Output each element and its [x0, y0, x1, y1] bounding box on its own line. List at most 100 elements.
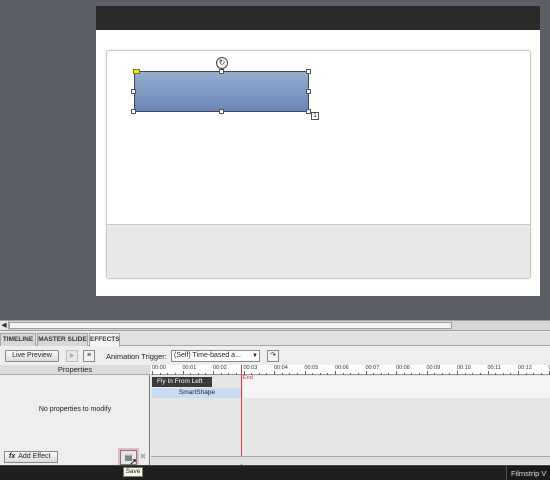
timeline-tick — [403, 373, 405, 375]
timeline-tick — [418, 373, 420, 375]
timeline-tick — [174, 373, 176, 375]
object-tag-icon[interactable]: 1 — [311, 112, 319, 120]
timeline-tick-label: 00:00 — [152, 365, 166, 371]
timeline-tick — [220, 373, 222, 375]
timeline-tick — [342, 373, 344, 375]
timeline-tick — [373, 373, 375, 375]
timeline-tick — [449, 373, 451, 375]
timeline-tick — [510, 373, 512, 375]
animation-trigger-label: Animation Trigger: — [106, 352, 167, 361]
slide-footer-area — [107, 224, 530, 278]
add-effect-label: Add Effect — [18, 453, 51, 460]
timeline-tick — [540, 373, 542, 375]
timeline-tick-label: 00:05 — [304, 365, 319, 371]
timeline-ruler[interactable]: 00:00 00:01 00:02 00:03 00:04 00:05 00:06 00:07… — [151, 365, 550, 375]
timeline-tick — [518, 371, 519, 375]
rotate-handle-icon[interactable]: ↻ — [216, 57, 228, 69]
timeline-tick-label: 00:08 — [396, 365, 410, 371]
timeline-tick-label: 00:12 — [518, 365, 532, 371]
status-bar: Filmstrip V — [0, 465, 550, 480]
stage-horizontal-scrollbar[interactable]: ◀ — [0, 320, 550, 330]
properties-header: Properties — [0, 365, 150, 375]
timeline-tick-label: 00:07 — [365, 365, 380, 371]
effects-list-icon[interactable]: ≡ — [83, 350, 95, 362]
timeline-tick — [388, 373, 390, 375]
timeline-tick — [464, 373, 466, 375]
resize-handle-top-middle[interactable] — [219, 69, 224, 74]
timeline-tick — [548, 371, 550, 375]
timeline-playhead[interactable] — [241, 365, 242, 466]
filmstrip-view-toggle[interactable]: Filmstrip V — [506, 466, 550, 480]
timeline-tick — [190, 373, 192, 375]
timeline-tick — [304, 371, 306, 375]
timeline-tick — [441, 373, 443, 375]
timeline-tick — [327, 373, 329, 375]
timeline-tick-label: 00:03 — [243, 365, 258, 371]
properties-pane: Properties No properties to modify fx Add… — [0, 365, 150, 468]
resize-handle-bottom-middle[interactable] — [219, 109, 224, 114]
timeline-tick — [396, 371, 397, 375]
timeline-end-marker[interactable]: End — [243, 375, 253, 381]
stage-canvas[interactable]: ↻ 1 — [0, 0, 550, 320]
timeline-tick-label: 00:10 — [457, 365, 471, 371]
timeline-tick — [365, 371, 367, 375]
effects-toolbar: Live Preview ▶ ≡ Animation Trigger: (Sel… — [0, 347, 550, 365]
live-preview-button[interactable]: Live Preview — [5, 350, 59, 362]
effect-track-label[interactable]: Fly In From Left — [152, 377, 212, 387]
tab-timeline[interactable]: TIMELINE — [0, 333, 36, 346]
timeline-tick — [296, 373, 298, 375]
timeline-tick — [411, 373, 413, 375]
trigger-edit-icon[interactable]: ↷ — [267, 350, 279, 362]
effects-timeline[interactable]: 00:00 00:01 00:02 00:03 00:04 00:05 00:06 00:07… — [151, 365, 550, 466]
panel-tabs: TIMELINE MASTER SLIDE EFFECTS — [0, 332, 550, 347]
timeline-tick — [472, 373, 474, 375]
resize-handle-middle-left[interactable] — [131, 89, 136, 94]
fx-icon: fx — [9, 453, 16, 460]
timeline-tick — [258, 373, 260, 375]
resize-handle-bottom-left[interactable] — [131, 109, 136, 114]
timeline-tick — [266, 373, 268, 375]
resize-handle-middle-right[interactable] — [306, 89, 311, 94]
properties-empty-text: No properties to modify — [38, 406, 112, 413]
scroll-thumb[interactable] — [9, 322, 452, 329]
timeline-tick — [312, 373, 314, 375]
delete-icon[interactable]: ✖ — [138, 452, 148, 462]
timeline-tick — [274, 371, 275, 375]
chevron-down-icon: ▼ — [252, 353, 258, 359]
slide[interactable] — [96, 6, 540, 296]
resize-handle-top-right[interactable] — [306, 69, 311, 74]
smartshape-rectangle[interactable] — [134, 71, 309, 112]
timeline-tick-label: 00:02 — [213, 365, 227, 371]
timeline-tick — [487, 371, 489, 375]
timeline-tick-label: 00:11 — [487, 365, 501, 371]
timeline-tick — [182, 371, 184, 375]
timeline-tick — [205, 373, 207, 375]
add-effect-button[interactable]: fx Add Effect — [4, 451, 58, 463]
animation-trigger-value: (Self) Time-based a... — [174, 352, 241, 359]
timeline-tick — [350, 373, 352, 375]
timeline-tick — [289, 373, 291, 375]
slide-title-bar — [96, 6, 540, 30]
timeline-tick — [525, 373, 527, 375]
timeline-scrollbar[interactable] — [151, 456, 550, 464]
save-tooltip: Save — [123, 467, 143, 477]
timeline-tick — [159, 373, 161, 375]
scroll-left-arrow-icon[interactable]: ◀ — [0, 321, 9, 330]
adjust-handle[interactable] — [133, 69, 140, 74]
timeline-tick — [335, 371, 336, 375]
animation-trigger-select[interactable]: (Self) Time-based a... ▼ — [171, 350, 260, 362]
tab-effects[interactable]: EFFECTS — [89, 333, 120, 347]
timeline-tick-label: 00:01 — [182, 365, 197, 371]
tab-master-slide[interactable]: MASTER SLIDE — [37, 333, 88, 346]
bottom-panel: TIMELINE MASTER SLIDE EFFECTS Live Previ… — [0, 330, 550, 468]
timeline-tick — [457, 371, 458, 375]
play-icon[interactable]: ▶ — [66, 350, 78, 362]
timeline-tick — [319, 373, 321, 375]
timeline-tick — [495, 373, 497, 375]
timeline-tick-label: 00:06 — [335, 365, 349, 371]
timeline-tick — [434, 373, 436, 375]
timeline-tick — [502, 373, 504, 375]
effect-track-bar[interactable]: SmartShape — [152, 388, 242, 398]
timeline-track-area[interactable] — [243, 376, 550, 398]
timeline-tick — [197, 373, 199, 375]
